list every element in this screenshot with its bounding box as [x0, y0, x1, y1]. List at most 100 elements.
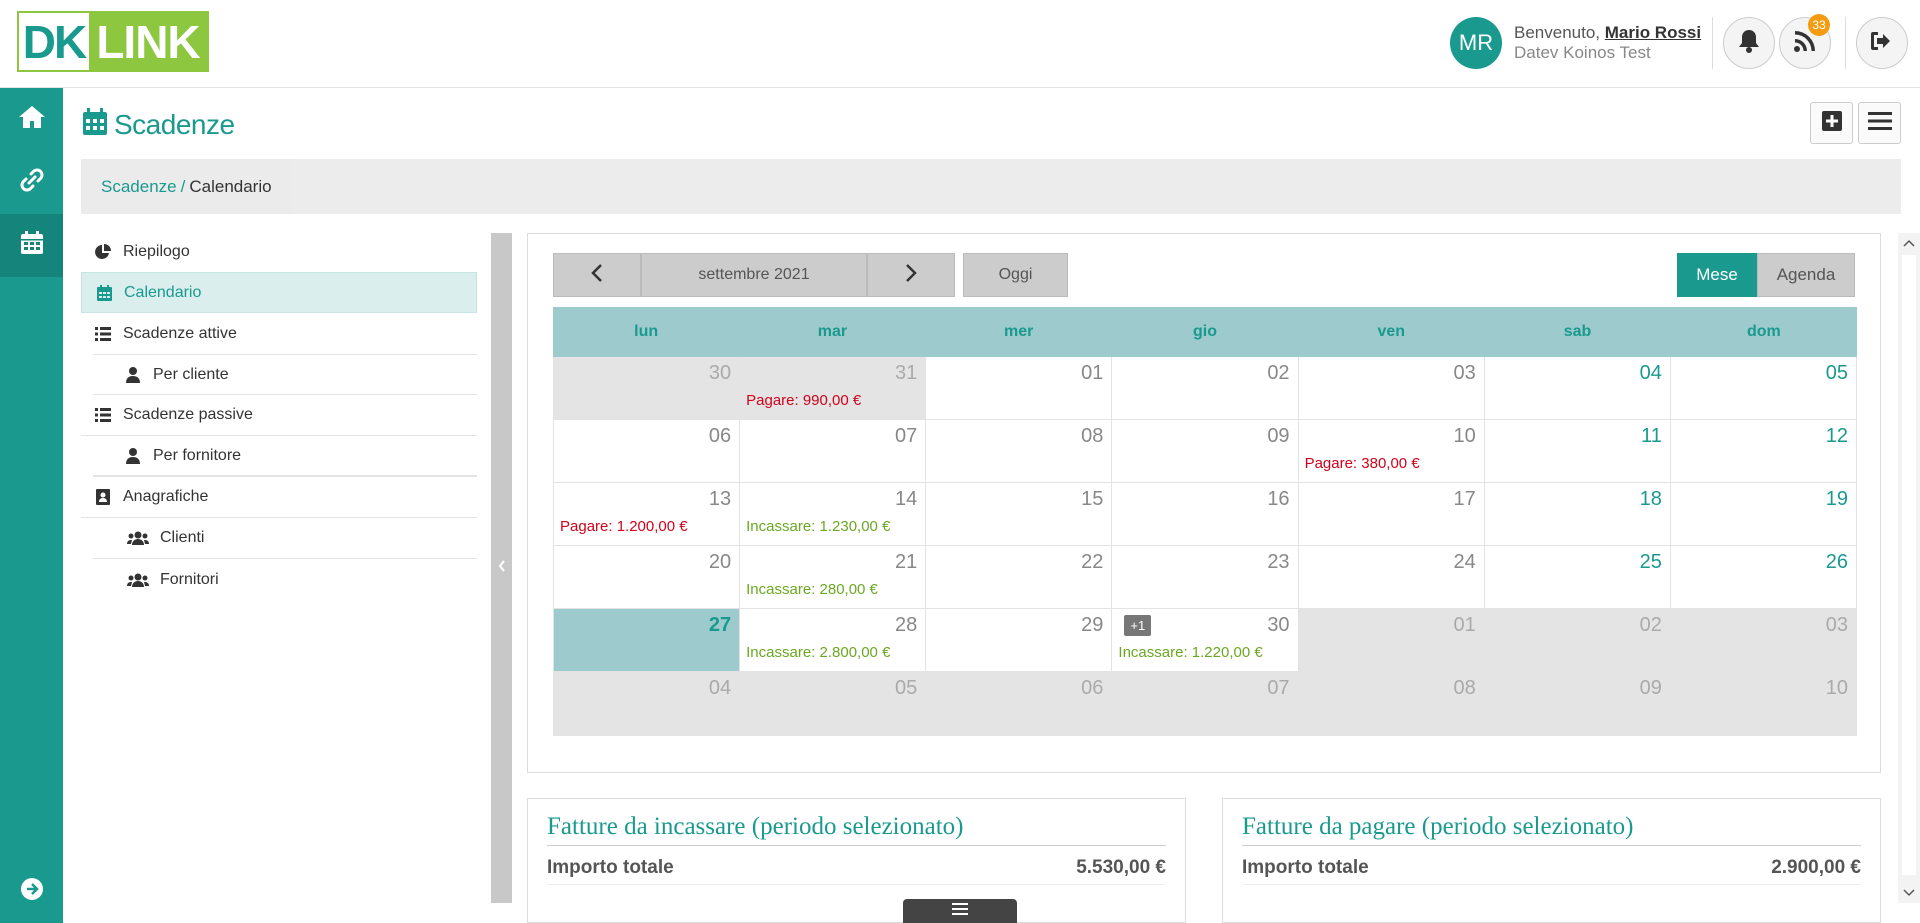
calendar-day-cell[interactable]: 01: [926, 357, 1113, 420]
calendar-day-cell[interactable]: 09: [1484, 672, 1671, 736]
day-number[interactable]: 28: [895, 614, 917, 637]
day-number[interactable]: 30: [1267, 614, 1289, 637]
calendar-day-cell[interactable]: 02: [1484, 609, 1671, 672]
scroll-down-button[interactable]: [1898, 883, 1920, 903]
calendar-day-cell[interactable]: 10: [1670, 672, 1857, 736]
rail-home[interactable]: [0, 88, 63, 151]
day-number[interactable]: 20: [709, 551, 731, 574]
calendar-day-cell[interactable]: 20: [553, 546, 741, 609]
day-number[interactable]: 22: [1081, 551, 1103, 574]
calendar-day-cell[interactable]: 30 +1 Incassare: 1.220,00 €: [1112, 609, 1299, 672]
calendar-day-cell[interactable]: 10 Pagare: 380,00 €: [1298, 420, 1485, 483]
avatar[interactable]: MR: [1450, 17, 1502, 69]
day-number[interactable]: 08: [1453, 677, 1475, 700]
calendar-day-cell[interactable]: 17: [1298, 483, 1485, 546]
calendar-day-cell[interactable]: 03: [1670, 609, 1857, 672]
day-number[interactable]: 06: [1081, 677, 1103, 700]
calendar-day-cell[interactable]: 03: [1298, 357, 1485, 420]
page-scrollbar[interactable]: [1898, 233, 1920, 903]
calendar-day-cell[interactable]: 01: [1298, 609, 1485, 672]
day-number[interactable]: 25: [1640, 551, 1662, 574]
day-number[interactable]: 31: [895, 362, 917, 385]
calendar-day-cell[interactable]: 05: [1670, 357, 1857, 420]
calendar-day-cell[interactable]: 09: [1112, 420, 1299, 483]
menu-item-scadenze-attive[interactable]: Scadenze attive: [81, 313, 477, 354]
calendar-day-cell[interactable]: 07: [1112, 672, 1299, 736]
day-number[interactable]: 21: [895, 551, 917, 574]
calendar-day-cell[interactable]: 21 Incassare: 280,00 €: [740, 546, 927, 609]
notifications-button[interactable]: [1723, 17, 1775, 69]
calendar-day-cell[interactable]: 04: [553, 672, 741, 736]
day-number[interactable]: 01: [1081, 362, 1103, 385]
collection-event[interactable]: Incassare: 1.220,00 €: [1118, 644, 1262, 661]
menu-item-riepilogo[interactable]: Riepilogo: [81, 231, 477, 272]
rail-links[interactable]: [0, 151, 63, 214]
calendar-day-cell[interactable]: 08: [1298, 672, 1485, 736]
calendar-day-cell[interactable]: 05: [740, 672, 927, 736]
user-name-link[interactable]: Mario Rossi: [1605, 23, 1701, 42]
calendar-day-cell[interactable]: 08: [926, 420, 1113, 483]
scroll-up-button[interactable]: [1898, 233, 1920, 253]
menu-item-clienti[interactable]: Clienti: [93, 518, 477, 559]
day-number[interactable]: 23: [1267, 551, 1289, 574]
day-number[interactable]: 10: [1826, 677, 1848, 700]
collection-event[interactable]: Incassare: 280,00 €: [746, 581, 878, 598]
menu-item-calendario[interactable]: Calendario: [81, 272, 477, 313]
collection-event[interactable]: Incassare: 1.230,00 €: [746, 518, 890, 535]
menu-item-fornitori[interactable]: Fornitori: [93, 559, 477, 600]
view-agenda-button[interactable]: Agenda: [1757, 253, 1855, 297]
calendar-day-cell[interactable]: 31 Pagare: 990,00 €: [740, 357, 927, 420]
calendar-day-cell[interactable]: 18: [1484, 483, 1671, 546]
more-events-link[interactable]: +1: [1124, 615, 1152, 636]
logout-button[interactable]: [1856, 17, 1908, 69]
calendar-day-cell[interactable]: 30: [553, 357, 741, 420]
day-number[interactable]: 06: [709, 425, 731, 448]
calendar-day-cell[interactable]: 11: [1484, 420, 1671, 483]
day-number[interactable]: 01: [1453, 614, 1475, 637]
rail-expand[interactable]: [0, 860, 63, 923]
calendar-day-cell[interactable]: 26: [1670, 546, 1857, 609]
calendar-day-cell[interactable]: 23: [1112, 546, 1299, 609]
day-number[interactable]: 02: [1267, 362, 1289, 385]
day-number[interactable]: 05: [895, 677, 917, 700]
calendar-day-cell[interactable]: 12: [1670, 420, 1857, 483]
breadcrumb-link-scadenze[interactable]: Scadenze: [101, 177, 177, 197]
day-number[interactable]: 27: [709, 614, 731, 637]
day-number[interactable]: 14: [895, 488, 917, 511]
day-number[interactable]: 09: [1640, 677, 1662, 700]
day-number[interactable]: 07: [1267, 677, 1289, 700]
calendar-day-cell[interactable]: 19: [1670, 483, 1857, 546]
day-number[interactable]: 04: [1640, 362, 1662, 385]
day-number[interactable]: 10: [1453, 425, 1475, 448]
payment-event[interactable]: Pagare: 1.200,00 €: [560, 518, 688, 535]
menu-item-scadenze-passive[interactable]: Scadenze passive: [81, 395, 477, 436]
day-number[interactable]: 09: [1267, 425, 1289, 448]
calendar-day-cell[interactable]: 07: [740, 420, 927, 483]
bottom-menu-tab[interactable]: [903, 899, 1017, 923]
feed-button[interactable]: 33: [1779, 14, 1831, 69]
calendar-day-cell[interactable]: 28 Incassare: 2.800,00 €: [740, 609, 927, 672]
day-number[interactable]: 18: [1640, 488, 1662, 511]
menu-item-anagrafiche[interactable]: Anagrafiche: [81, 477, 477, 518]
rail-calendar[interactable]: [0, 214, 63, 277]
calendar-day-cell[interactable]: 22: [926, 546, 1113, 609]
payment-event[interactable]: Pagare: 990,00 €: [746, 392, 861, 409]
add-button[interactable]: [1810, 102, 1853, 144]
today-button[interactable]: Oggi: [963, 253, 1068, 297]
calendar-day-cell[interactable]: 14 Incassare: 1.230,00 €: [740, 483, 927, 546]
calendar-day-cell[interactable]: 13 Pagare: 1.200,00 €: [553, 483, 741, 546]
calendar-day-cell[interactable]: 04: [1484, 357, 1671, 420]
day-number[interactable]: 24: [1453, 551, 1475, 574]
day-number[interactable]: 08: [1081, 425, 1103, 448]
day-number[interactable]: 19: [1826, 488, 1848, 511]
next-month-button[interactable]: [867, 253, 955, 297]
calendar-day-cell[interactable]: 16: [1112, 483, 1299, 546]
day-number[interactable]: 03: [1453, 362, 1475, 385]
calendar-day-cell[interactable]: 29: [926, 609, 1113, 672]
prev-month-button[interactable]: [553, 253, 641, 297]
day-number[interactable]: 12: [1826, 425, 1848, 448]
calendar-day-cell[interactable]: 02: [1112, 357, 1299, 420]
sidebar-collapse-bar[interactable]: [491, 233, 512, 903]
menu-item-per-fornitore[interactable]: Per fornitore: [93, 436, 477, 477]
scroll-thumb[interactable]: [1902, 255, 1916, 875]
